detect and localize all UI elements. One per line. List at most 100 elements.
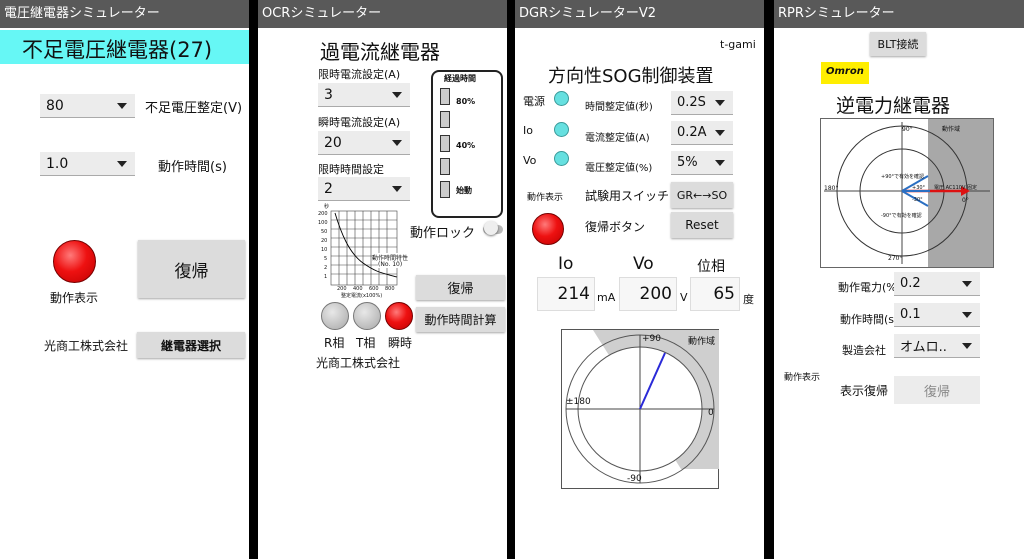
chart-ytick: 5 bbox=[324, 256, 328, 262]
reset-button[interactable]: 復帰 bbox=[894, 376, 980, 404]
dial-label-bottom: -90 bbox=[627, 474, 642, 484]
chevron-down-icon bbox=[392, 91, 402, 98]
diagram-p30-label: +30° bbox=[912, 185, 926, 191]
voltage-setting-select[interactable]: 5% bbox=[671, 151, 733, 175]
dial-label-right: 0 bbox=[708, 408, 714, 418]
maker-select[interactable]: オムロ.. bbox=[894, 334, 980, 358]
time-setting-select[interactable]: 0.2S bbox=[671, 91, 733, 115]
vo-value: 200 bbox=[619, 277, 677, 311]
limit-time-value: 2 bbox=[324, 180, 333, 197]
diagram-ref-label: 電圧 AC110V 固定 bbox=[934, 185, 977, 191]
reset-button-label: 復帰 bbox=[447, 282, 474, 297]
t-phase-lamp bbox=[353, 302, 381, 330]
limit-time-label: 限時時間設定 bbox=[318, 163, 384, 176]
select-relay-label: 継電器選択 bbox=[160, 338, 221, 353]
phase-value: 65 bbox=[690, 277, 740, 311]
elapsed-start-label: 始動 bbox=[456, 186, 472, 195]
current-setting-label: 電流整定値(A) bbox=[585, 133, 650, 144]
power-diagram bbox=[820, 118, 994, 268]
t-phase-label: T相 bbox=[356, 336, 376, 350]
chevron-down-icon bbox=[392, 139, 402, 146]
time-label: 動作時間(s) bbox=[840, 313, 899, 326]
instant-current-select[interactable]: 20 bbox=[318, 131, 410, 155]
voltage-setting-label: 電圧整定値(%) bbox=[585, 163, 653, 174]
r-phase-lamp bbox=[321, 302, 349, 330]
test-switch-button[interactable]: GR←→SO bbox=[671, 182, 733, 208]
voltage-label: 不足電圧整定(V) bbox=[145, 101, 243, 116]
vo-lamp bbox=[554, 151, 569, 166]
power-select[interactable]: 0.2 bbox=[894, 272, 980, 296]
chevron-down-icon bbox=[715, 129, 725, 136]
chart-ytick: 100 bbox=[318, 220, 328, 226]
time-select[interactable]: 1.0 bbox=[40, 152, 135, 176]
reset-button[interactable]: Reset bbox=[671, 212, 733, 238]
maker-badge-text: Omron bbox=[826, 66, 864, 77]
reset-button[interactable]: 復帰 bbox=[138, 240, 245, 298]
elapsed-bar-5 bbox=[440, 88, 450, 105]
blt-connect-button[interactable]: BLT接続 bbox=[870, 32, 926, 56]
chevron-down-icon bbox=[962, 280, 972, 287]
elapsed-80-label: 80% bbox=[456, 97, 476, 106]
diagram-lag-label: -90°で有効を確認 bbox=[881, 213, 922, 219]
phase-header: 位相 bbox=[697, 259, 725, 275]
diagram-lead-label: +90°で有効を確認 bbox=[881, 174, 925, 180]
app-title: 電圧継電器シミュレーター bbox=[0, 0, 249, 28]
reset-button[interactable]: 復帰 bbox=[416, 275, 505, 300]
instant-current-label: 瞬時電流設定(A) bbox=[318, 116, 401, 129]
current-setting-select[interactable]: 0.2A bbox=[671, 121, 733, 145]
indicator-lamp bbox=[53, 240, 96, 283]
lock-toggle-thumb bbox=[484, 221, 498, 235]
time-label: 動作時間(s) bbox=[158, 160, 227, 175]
elapsed-bar-2 bbox=[440, 158, 450, 175]
indicator-lamp bbox=[532, 213, 564, 245]
io-value: 214 bbox=[537, 277, 595, 311]
chart-ytick: 20 bbox=[321, 238, 328, 244]
io-unit: mA bbox=[597, 291, 616, 304]
elapsed-40-label: 40% bbox=[456, 141, 476, 150]
app-title: RPRシミュレーター bbox=[774, 0, 1024, 28]
test-switch-value: GR←→SO bbox=[676, 188, 728, 202]
chart-ytick: 2 bbox=[324, 265, 328, 271]
instant-lamp bbox=[385, 302, 413, 330]
limit-time-select[interactable]: 2 bbox=[318, 177, 410, 201]
chevron-down-icon bbox=[392, 185, 402, 192]
chart-ytick: 200 bbox=[318, 211, 328, 217]
dial-zone-label: 動作域 bbox=[688, 337, 716, 347]
limit-current-select[interactable]: 3 bbox=[318, 83, 410, 107]
reset-label: 復帰ボタン bbox=[585, 220, 646, 234]
calc-time-button[interactable]: 動作時間計算 bbox=[416, 307, 505, 332]
elapsed-bar-3 bbox=[440, 135, 450, 152]
phase-unit: 度 bbox=[743, 293, 754, 306]
app-title: DGRシミュレーターV2 bbox=[515, 0, 764, 28]
page-title: 方向性SOG制御装置 bbox=[548, 66, 714, 87]
elapsed-time-title: 経過時間 bbox=[444, 74, 476, 83]
panel-ocr: OCRシミュレーター 過電流継電器 限時電流設定(A) 3 瞬時電流設定(A) … bbox=[258, 0, 507, 559]
chart-xtick: 800 bbox=[385, 286, 395, 292]
instant-current-value: 20 bbox=[324, 134, 342, 151]
current-setting-value: 0.2A bbox=[677, 125, 707, 140]
panel-undervoltage: 電圧継電器シミュレーター 不足電圧継電器(27) 80 不足電圧整定(V) 1.… bbox=[0, 0, 249, 559]
vo-label: Vo bbox=[523, 154, 537, 167]
voltage-select[interactable]: 80 bbox=[40, 94, 135, 118]
select-relay-button[interactable]: 継電器選択 bbox=[137, 332, 245, 358]
instant-label: 瞬時 bbox=[388, 336, 413, 350]
time-select[interactable]: 0.1 bbox=[894, 303, 980, 327]
panel-rpr: RPRシミュレーター BLT接続 Omron 逆電力継電器 動作域 90° 18… bbox=[774, 0, 1024, 559]
company-name: 光商工株式会社 bbox=[316, 356, 401, 370]
io-header: Io bbox=[558, 254, 574, 274]
diagram-label-bottom: 270° bbox=[888, 255, 903, 262]
dial-label-left: ±180 bbox=[566, 397, 591, 407]
diagram-label-top: 90° bbox=[902, 126, 913, 133]
voltage-select-value: 80 bbox=[46, 97, 64, 114]
elapsed-bar-1 bbox=[440, 181, 450, 198]
chevron-down-icon bbox=[715, 99, 725, 106]
power-label: 動作電力(%) bbox=[838, 281, 902, 294]
company-name: 光商工株式会社 bbox=[44, 339, 129, 353]
chart-ytick: 10 bbox=[321, 247, 328, 253]
lock-label: 動作ロック bbox=[410, 226, 476, 241]
diagram-m30-label: -30° bbox=[912, 197, 923, 203]
panel-dgr: DGRシミュレーターV2 t-gami 方向性SOG制御装置 電源 Io Vo … bbox=[515, 0, 764, 559]
chart-y-label: 秒 bbox=[324, 204, 330, 210]
power-label: 電源 bbox=[523, 95, 545, 108]
io-label: Io bbox=[523, 124, 533, 137]
